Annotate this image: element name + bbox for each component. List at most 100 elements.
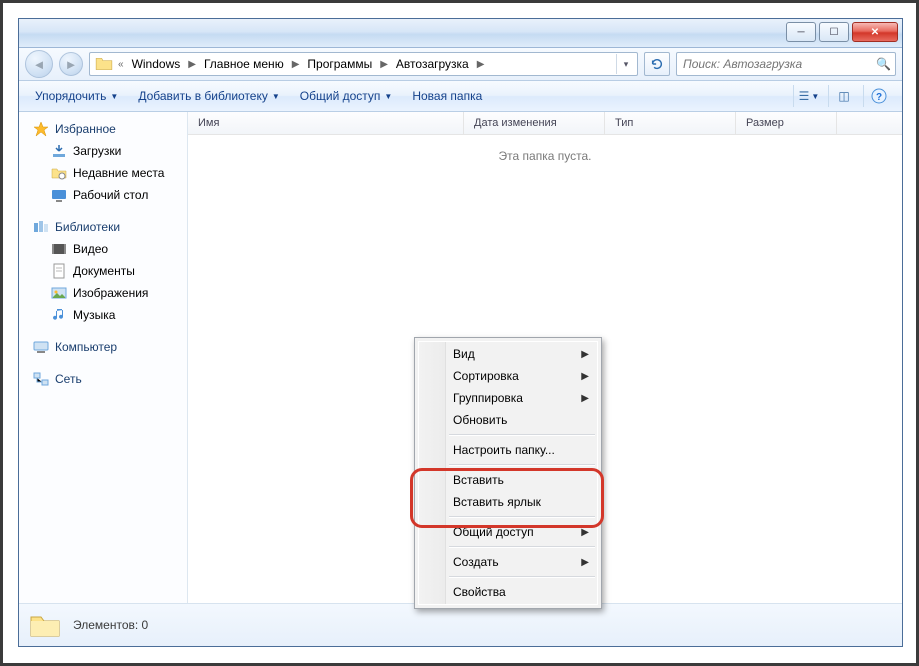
context-menu-customize[interactable]: Настроить папку... (419, 439, 597, 461)
context-menu-paste[interactable]: Вставить (419, 469, 597, 491)
libraries-label: Библиотеки (55, 220, 120, 234)
document-icon (51, 263, 67, 279)
titlebar[interactable]: ─ ☐ ✕ (19, 19, 902, 48)
menu-item-label: Настроить папку... (453, 443, 555, 457)
search-box[interactable]: 🔍 (676, 52, 896, 76)
breadcrumb-item[interactable]: Автозагрузка (390, 53, 475, 75)
star-icon (33, 121, 49, 137)
menu-item-label: Группировка (453, 391, 523, 405)
chevron-right-icon[interactable]: ▶ (290, 59, 302, 70)
share-button[interactable]: Общий доступ ▼ (292, 85, 401, 107)
sidebar-item-recent[interactable]: Недавние места (19, 162, 187, 184)
menu-separator (449, 516, 595, 518)
context-menu-properties[interactable]: Свойства (419, 581, 597, 603)
submenu-arrow-icon: ▶ (581, 557, 589, 568)
organize-label: Упорядочить (35, 89, 106, 103)
sidebar-item-label: Документы (73, 264, 135, 278)
sidebar-item-network[interactable]: Сеть (19, 368, 187, 390)
sidebar-item-label: Сеть (55, 372, 82, 386)
search-input[interactable] (681, 54, 876, 74)
minimize-button[interactable]: ─ (786, 22, 816, 42)
menu-item-label: Вставить ярлык (453, 495, 541, 509)
favorites-label: Избранное (55, 122, 116, 136)
chevron-down-icon: ▼ (272, 92, 280, 101)
menu-item-label: Создать (453, 555, 499, 569)
recent-icon (51, 165, 67, 181)
menu-item-label: Сортировка (453, 369, 519, 383)
context-menu-group[interactable]: Группировка ▶ (419, 387, 597, 409)
toolbar: Упорядочить ▼ Добавить в библиотеку ▼ Об… (19, 81, 902, 112)
help-icon: ? (871, 88, 887, 104)
column-headers[interactable]: Имя Дата изменения Тип Размер (188, 112, 902, 135)
context-menu-share[interactable]: Общий доступ▶ (419, 521, 597, 543)
folder-icon (95, 55, 113, 73)
refresh-button[interactable] (644, 52, 670, 76)
sidebar-item-pictures[interactable]: Изображения (19, 282, 187, 304)
address-bar[interactable]: « Windows ▶ Главное меню ▶ Программы ▶ А… (89, 52, 638, 76)
column-type[interactable]: Тип (605, 112, 736, 134)
chevron-left-icon: « (116, 59, 126, 70)
breadcrumb-item[interactable]: Главное меню (198, 53, 290, 75)
new-folder-label: Новая папка (412, 89, 482, 103)
submenu-arrow-icon: ▶ (581, 349, 589, 360)
sidebar-item-music[interactable]: Музыка (19, 304, 187, 326)
sidebar-item-desktop[interactable]: Рабочий стол (19, 184, 187, 206)
chevron-right-icon[interactable]: ▶ (475, 59, 487, 70)
music-icon (51, 307, 67, 323)
view-options-button[interactable]: ☰ ▼ (793, 85, 824, 107)
add-to-library-button[interactable]: Добавить в библиотеку ▼ (130, 85, 287, 107)
address-dropdown-button[interactable]: ▾ (616, 54, 635, 74)
share-label: Общий доступ (300, 89, 381, 103)
close-button[interactable]: ✕ (852, 22, 898, 42)
context-menu-paste-shortcut[interactable]: Вставить ярлык (419, 491, 597, 513)
menu-separator (449, 464, 595, 466)
libraries-header[interactable]: Библиотеки (19, 216, 187, 238)
sidebar-item-downloads[interactable]: Загрузки (19, 140, 187, 162)
context-menu: Вид ▶ Сортировка ▶ Группировка ▶ Обновить Н… (414, 337, 602, 609)
context-menu-refresh[interactable]: Обновить (419, 409, 597, 431)
sidebar-item-documents[interactable]: Документы (19, 260, 187, 282)
sidebar-item-label: Видео (73, 242, 108, 256)
network-icon (33, 371, 49, 387)
breadcrumb-item[interactable]: Программы (301, 53, 378, 75)
organize-button[interactable]: Упорядочить ▼ (27, 85, 126, 107)
breadcrumb-item[interactable]: Windows (126, 53, 187, 75)
chevron-right-icon[interactable]: ▶ (378, 59, 390, 70)
maximize-button[interactable]: ☐ (819, 22, 849, 42)
explorer-window: ─ ☐ ✕ ◄ ► « Windows ▶ Главное меню ▶ Про… (18, 18, 903, 647)
empty-folder-text: Эта папка пуста. (188, 149, 902, 163)
submenu-arrow-icon: ▶ (581, 393, 589, 404)
menu-item-label: Вид (453, 347, 475, 361)
favorites-header[interactable]: Избранное (19, 118, 187, 140)
svg-text:?: ? (876, 92, 882, 103)
status-bar: Элементов: 0 (19, 603, 902, 646)
context-menu-new[interactable]: Создать ▶ (419, 551, 597, 573)
sidebar-item-label: Недавние места (73, 166, 164, 180)
navigation-pane[interactable]: Избранное Загрузки Недавние места Рабочи… (19, 112, 188, 603)
status-item-count: Элементов: 0 (73, 618, 148, 632)
menu-separator (449, 546, 595, 548)
column-size[interactable]: Размер (736, 112, 837, 134)
new-folder-button[interactable]: Новая папка (404, 85, 490, 107)
download-icon (51, 143, 67, 159)
search-icon[interactable]: 🔍 (876, 57, 891, 71)
address-bar-row: ◄ ► « Windows ▶ Главное меню ▶ Программы… (19, 48, 902, 81)
context-menu-view[interactable]: Вид ▶ (419, 343, 597, 365)
sidebar-item-computer[interactable]: Компьютер (19, 336, 187, 358)
column-name[interactable]: Имя (188, 112, 464, 134)
add-library-label: Добавить в библиотеку (138, 89, 268, 103)
sidebar-item-video[interactable]: Видео (19, 238, 187, 260)
preview-pane-button[interactable]: ◫ (828, 85, 859, 107)
menu-item-label: Обновить (453, 413, 507, 427)
forward-button[interactable]: ► (59, 52, 83, 76)
chevron-down-icon: ▼ (110, 92, 118, 101)
chevron-right-icon[interactable]: ▶ (186, 59, 198, 70)
menu-separator (449, 434, 595, 436)
column-modified[interactable]: Дата изменения (464, 112, 605, 134)
context-menu-sort[interactable]: Сортировка ▶ (419, 365, 597, 387)
back-button[interactable]: ◄ (25, 50, 53, 78)
submenu-arrow-icon: ▶ (581, 371, 589, 382)
libraries-icon (33, 219, 49, 235)
help-button[interactable]: ? (863, 85, 894, 107)
menu-item-label: Общий доступ (453, 525, 534, 539)
